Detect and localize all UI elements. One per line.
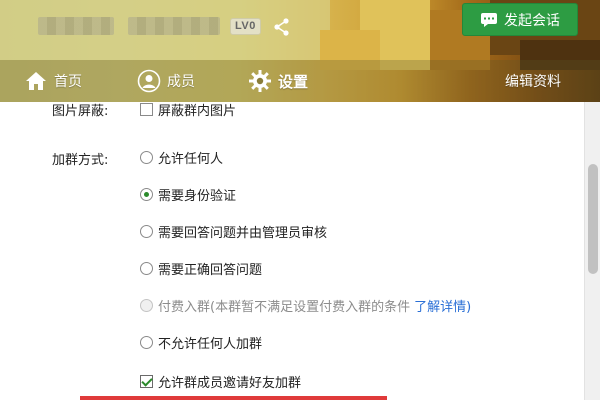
group-id-blurred bbox=[128, 17, 220, 35]
group-header: LV0 发起会话 首页 成员 设置 编辑资料 bbox=[0, 0, 600, 102]
nav-settings-label: 设置 bbox=[278, 72, 309, 91]
edit-profile-label: 编辑资料 bbox=[505, 74, 561, 90]
join-option-verify[interactable]: 需要身份验证 bbox=[140, 185, 236, 204]
join-option-anyone[interactable]: 允许任何人 bbox=[140, 148, 223, 167]
image-block-checkbox[interactable] bbox=[140, 103, 153, 116]
person-icon bbox=[137, 69, 161, 93]
start-chat-button[interactable]: 发起会话 bbox=[462, 3, 578, 36]
nav-home-label: 首页 bbox=[54, 74, 82, 90]
join-option-correct-answer[interactable]: 需要正确回答问题 bbox=[140, 259, 262, 278]
gear-icon bbox=[248, 69, 272, 93]
join-option-label: 允许任何人 bbox=[158, 152, 224, 167]
share-icon[interactable] bbox=[271, 16, 293, 38]
level-badge: LV0 bbox=[230, 18, 261, 35]
edit-profile-link[interactable]: 编辑资料 bbox=[505, 60, 561, 102]
invite-friends-label: 允许群成员邀请好友加群 bbox=[158, 376, 302, 391]
join-option-nobody[interactable]: 不允许任何人加群 bbox=[140, 333, 262, 352]
join-option-question-review[interactable]: 需要回答问题并由管理员审核 bbox=[140, 222, 327, 241]
nav-home[interactable]: 首页 bbox=[24, 60, 82, 102]
join-option-label: 付费入群(本群暂不满足设置付费入群的条件 bbox=[158, 300, 411, 315]
settings-panel: 图片屏蔽: 屏蔽群内图片 加群方式: 允许任何人 需要身份验证 需要回答问题并由… bbox=[0, 102, 600, 400]
invite-friends-checkbox[interactable] bbox=[140, 375, 153, 388]
join-method-label: 加群方式: bbox=[52, 153, 109, 168]
group-navbar: 首页 成员 设置 编辑资料 bbox=[0, 60, 600, 102]
nav-members-label: 成员 bbox=[167, 74, 195, 90]
join-option-paid: 付费入群(本群暂不满足设置付费入群的条件 了解详情) bbox=[140, 296, 471, 315]
radio-button[interactable] bbox=[140, 151, 153, 164]
join-option-label: 需要回答问题并由管理员审核 bbox=[158, 226, 328, 241]
radio-button[interactable] bbox=[140, 225, 153, 238]
highlight-underline bbox=[80, 396, 387, 400]
start-chat-label: 发起会话 bbox=[504, 12, 560, 29]
vertical-scrollbar[interactable] bbox=[584, 102, 600, 400]
nav-settings[interactable]: 设置 bbox=[248, 60, 308, 102]
scrollbar-thumb[interactable] bbox=[588, 164, 598, 274]
learn-more-link[interactable]: 了解详情) bbox=[414, 296, 471, 315]
nav-members[interactable]: 成员 bbox=[137, 60, 195, 102]
join-option-label: 不允许任何人加群 bbox=[158, 337, 263, 352]
image-block-option-label: 屏蔽群内图片 bbox=[158, 104, 237, 119]
radio-button-disabled bbox=[140, 299, 153, 312]
image-block-label: 图片屏蔽: bbox=[52, 104, 109, 119]
radio-button-selected[interactable] bbox=[140, 188, 153, 201]
image-block-option[interactable]: 屏蔽群内图片 bbox=[140, 100, 236, 119]
radio-button[interactable] bbox=[140, 262, 153, 275]
radio-button[interactable] bbox=[140, 336, 153, 349]
join-option-label: 需要正确回答问题 bbox=[158, 263, 263, 278]
home-icon bbox=[24, 69, 48, 93]
join-option-label: 需要身份验证 bbox=[158, 189, 237, 204]
invite-friends-option[interactable]: 允许群成员邀请好友加群 bbox=[140, 372, 301, 391]
group-name-blurred bbox=[38, 17, 114, 35]
chat-bubble-icon bbox=[480, 12, 498, 28]
